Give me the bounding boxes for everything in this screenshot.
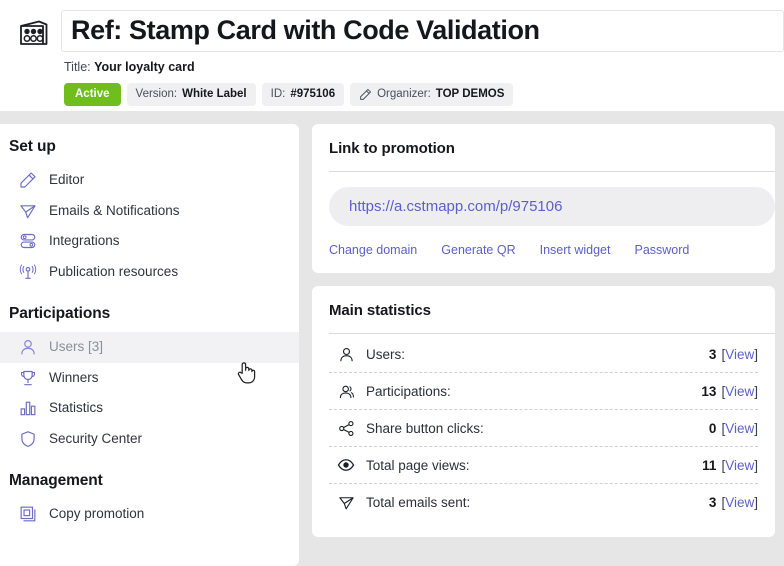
version-value: White Label [182,88,247,100]
stat-value: 13 [701,383,717,399]
share-icon [336,419,356,437]
link-actions: Change domain Generate QR Insert widget … [329,243,775,257]
divider [329,171,775,172]
sidebar-item-emails-notifications[interactable]: Emails & Notifications [0,196,299,227]
view-label: View [725,420,755,436]
header-main: Title: Your loyalty card Active Version:… [54,10,784,106]
stats-card-title: Main statistics [329,302,431,319]
sidebar-item-label: Security Center [49,430,143,446]
stat-value: 3 [708,495,717,510]
sidebar-heading-management: Management [9,472,103,489]
stat-row-share-button-clicks: Share button clicks: 0 [View] [329,410,758,447]
password-link[interactable]: Password [634,243,689,257]
stat-row-users: Users: 3 [View] [329,336,758,373]
view-link[interactable]: [View] [721,421,758,436]
sidebar-item-winners[interactable]: Winners [0,363,299,394]
stat-label: Users: [366,346,406,362]
broadcast-icon [18,262,37,281]
view-label: View [725,457,755,473]
view-label: View [725,383,755,399]
copy-icon [18,505,37,524]
stats-list: Users: 3 [View] Participations: 13 [View… [329,336,775,521]
participant-icon [336,382,356,400]
stat-label: Total emails sent: [366,495,471,510]
header-badges: Active Version: White Label ID: #975106 [64,83,784,106]
sidebar-item-copy-promotion[interactable]: Copy promotion [0,499,299,530]
stat-value: 3 [708,346,717,362]
subtitle-label: Title: [64,60,91,74]
change-domain-link[interactable]: Change domain [329,243,417,257]
id-label: ID: [270,88,286,100]
main-statistics-card: Main statistics Users: 3 [View] Particip… [312,286,775,537]
sidebar-item-statistics[interactable]: Statistics [0,393,299,424]
stamp-card-icon [14,15,54,51]
sidebar-item-editor[interactable]: Editor [0,165,299,196]
view-link[interactable]: [View] [721,384,758,399]
organizer-value: TOP DEMOS [435,88,505,100]
sidebar-item-label: Users [3] [49,339,104,355]
page-body: Set up Editor Emails & Notifications Int… [0,111,784,566]
stat-label: Total page views: [366,457,470,473]
trophy-icon [18,368,37,387]
id-badge: ID: #975106 [261,83,345,106]
sidebar-item-label: Integrations [49,233,120,249]
id-value: #975106 [290,88,336,100]
subtitle-value: Your loyalty card [94,60,195,74]
view-link[interactable]: [View] [721,495,758,510]
header-row: Title: Your loyalty card Active Version:… [0,10,784,106]
stat-value: 11 [702,457,717,473]
stat-label: Share button clicks: [366,420,484,436]
generate-qr-link[interactable]: Generate QR [441,243,515,257]
pencil-icon [18,171,37,190]
promotion-title-input[interactable] [61,10,784,52]
eye-icon [336,456,356,474]
sidebar-heading-setup: Set up [9,138,56,155]
status-badge: Active [64,83,121,106]
pencil-icon [359,88,372,101]
sidebar-heading-participations: Participations [9,305,111,322]
shield-icon [18,429,37,448]
paper-plane-icon [18,201,37,220]
user-icon [18,338,37,357]
page-right-gutter [775,111,784,566]
sidebar-item-integrations[interactable]: Integrations [0,226,299,257]
page-header: Title: Your loyalty card Active Version:… [0,0,784,111]
sidebar-item-label: Emails & Notifications [49,202,180,218]
stat-row-total-emails-sent: Total emails sent: 3 [View] [329,484,758,521]
promotion-url[interactable]: https://a.cstmapp.com/p/975106 [329,187,775,226]
sidebar-item-label: Publication resources [49,263,179,279]
stat-row-total-page-views: Total page views: 11 [View] [329,447,758,484]
view-label: View [725,346,755,362]
paper-plane-icon [336,494,356,512]
insert-widget-link[interactable]: Insert widget [540,243,611,257]
user-icon [336,345,356,363]
sidebar: Set up Editor Emails & Notifications Int… [0,124,299,566]
sidebar-item-label: Statistics [49,400,104,416]
sidebar-item-label: Editor [49,172,85,188]
view-link[interactable]: [View] [721,458,758,473]
sidebar-item-security-center[interactable]: Security Center [0,424,299,455]
link-to-promotion-card: Link to promotion https://a.cstmapp.com/… [312,124,775,273]
view-label: View [725,495,755,510]
link-card-title: Link to promotion [329,140,455,157]
promotion-subtitle: Title: Your loyalty card [64,60,784,74]
sidebar-item-label: Winners [49,369,99,385]
right-column: Link to promotion https://a.cstmapp.com/… [312,124,775,537]
version-label: Version: [135,88,178,100]
version-badge: Version: White Label [126,83,256,106]
organizer-label: Organizer: [377,88,431,100]
stat-value: 0 [708,420,717,436]
stat-label: Participations: [366,383,451,399]
sidebar-item-users[interactable]: Users [3] [0,332,299,363]
toggles-icon [18,232,37,251]
sidebar-item-label: Copy promotion [49,506,145,522]
organizer-badge[interactable]: Organizer: TOP DEMOS [350,83,514,106]
sidebar-item-publication-resources[interactable]: Publication resources [0,257,299,288]
bar-chart-icon [18,399,37,418]
stat-row-participations: Participations: 13 [View] [329,373,758,410]
view-link[interactable]: [View] [721,347,758,362]
divider [329,333,775,334]
status-badge-label: Active [75,88,110,100]
